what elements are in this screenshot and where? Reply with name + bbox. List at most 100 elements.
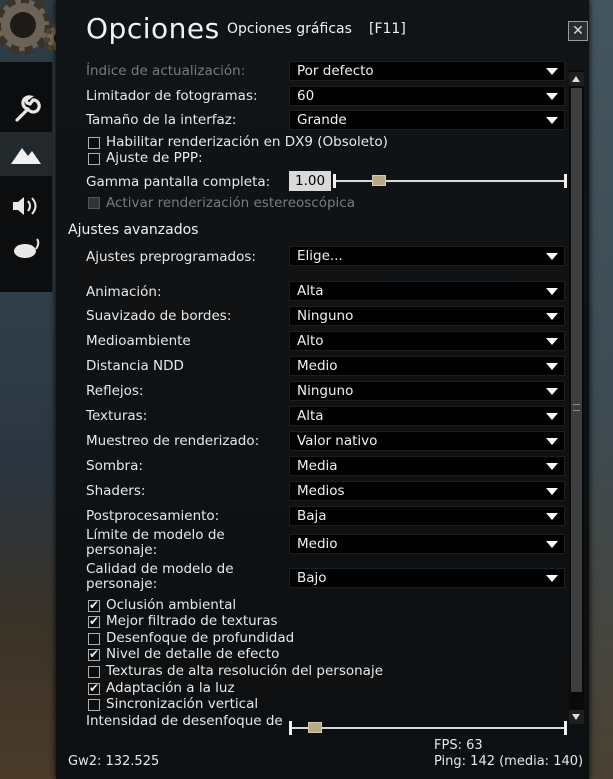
- chevron-down-icon: [546, 463, 558, 470]
- postprocessing-value: Baja: [297, 508, 327, 524]
- gamma-slider-end: [564, 174, 567, 188]
- scroll-up-button[interactable]: [569, 72, 584, 86]
- char-quality-select[interactable]: Bajo: [289, 568, 565, 588]
- antialias-select[interactable]: Ninguno: [289, 306, 565, 326]
- checkbox-label: Desenfoque de profundidad: [106, 630, 295, 646]
- chevron-down-icon: [546, 575, 558, 582]
- environment-select[interactable]: Alto: [289, 331, 565, 351]
- reflections-label: Reflejos:: [86, 383, 144, 399]
- fps-counter: FPS: 63: [434, 738, 483, 753]
- interface-size-select[interactable]: Grande: [289, 110, 565, 130]
- char-limit-label: Límite de modelo de personaje:: [86, 527, 225, 558]
- environment-label: Medioambiente: [86, 333, 191, 349]
- refresh-rate-value: Por defecto: [297, 63, 374, 79]
- dpi-label: Ajuste de PPP:: [106, 150, 203, 166]
- hires-textures-checkbox[interactable]: [88, 666, 100, 678]
- chevron-down-icon: [546, 288, 558, 295]
- blur-slider-handle[interactable]: [308, 722, 322, 733]
- lod-select[interactable]: Medio: [289, 356, 565, 376]
- depth-blur-checkbox[interactable]: [88, 633, 100, 645]
- light-adaptation-checkbox[interactable]: [88, 681, 100, 695]
- textures-select[interactable]: Alta: [289, 406, 565, 426]
- sampling-label: Muestreo de renderizado:: [86, 433, 260, 449]
- chevron-down-icon: [546, 363, 558, 370]
- antialias-value: Ninguno: [297, 308, 354, 324]
- shaders-select[interactable]: Medios: [289, 481, 565, 501]
- frame-limiter-value: 60: [297, 88, 315, 104]
- ambient-occlusion-checkbox[interactable]: [88, 598, 100, 612]
- char-quality-value: Bajo: [297, 570, 327, 586]
- checkbox-label: Adaptación a la luz: [106, 680, 235, 696]
- chevron-down-icon: [546, 488, 558, 495]
- chevron-down-icon: [546, 388, 558, 395]
- textures-value: Alta: [297, 408, 324, 424]
- checkbox-label: Nivel de detalle de efecto: [106, 646, 280, 662]
- dpi-checkbox[interactable]: [88, 153, 100, 165]
- animation-label: Animación:: [86, 284, 162, 300]
- refresh-rate-select[interactable]: Por defecto: [289, 61, 565, 81]
- char-quality-label: Calidad de modelo de personaje:: [86, 561, 234, 592]
- dx9-label: Habilitar renderización en DX9 (Obsoleto…: [106, 134, 388, 150]
- chevron-down-icon: [546, 253, 558, 260]
- gamma-slider-track[interactable]: [336, 180, 565, 182]
- chevron-down-icon: [546, 438, 558, 445]
- reflections-select[interactable]: Ninguno: [289, 381, 565, 401]
- advanced-heading: Ajustes avanzados: [68, 222, 199, 238]
- chevron-down-icon: [546, 68, 558, 75]
- lod-value: Medio: [297, 358, 338, 374]
- refresh-rate-label: Índice de actualización:: [86, 63, 246, 79]
- shadows-select[interactable]: Media: [289, 456, 565, 476]
- frame-limiter-select[interactable]: 60: [289, 86, 565, 106]
- chevron-down-icon: [546, 93, 558, 100]
- preset-select[interactable]: Elige...: [289, 246, 565, 266]
- scrollbar-thumb[interactable]: [571, 88, 582, 692]
- chevron-down-icon: [546, 117, 558, 124]
- vsync-checkbox[interactable]: [88, 699, 100, 711]
- chevron-down-icon: [546, 541, 558, 548]
- interface-size-value: Grande: [297, 112, 347, 128]
- checkbox-label: Mejor filtrado de texturas: [106, 613, 278, 629]
- checkbox-label: Texturas de alta resolución del personaj…: [106, 663, 384, 679]
- build-number: Gw2: 132.525: [68, 754, 160, 769]
- postprocessing-select[interactable]: Baja: [289, 506, 565, 526]
- ping-readout: Ping: 142 (media: 140): [434, 754, 584, 769]
- blur-intensity-label: Intensidad de desenfoque de: [86, 713, 283, 729]
- dx9-checkbox[interactable]: [88, 137, 100, 149]
- gamma-label: Gamma pantalla completa:: [86, 174, 271, 190]
- stereo-label: Activar renderización estereoscópica: [106, 195, 355, 211]
- stereo-checkbox: [88, 197, 100, 209]
- checkbox-label: Oclusión ambiental: [106, 597, 237, 613]
- shaders-label: Shaders:: [86, 483, 146, 499]
- sampling-value: Valor nativo: [297, 433, 378, 449]
- scroll-down-button[interactable]: [569, 710, 584, 724]
- chevron-down-icon: [546, 413, 558, 420]
- shaders-value: Medios: [297, 483, 345, 499]
- char-limit-select[interactable]: Medio: [289, 534, 565, 554]
- lod-label: Distancia NDD: [86, 358, 184, 374]
- texture-filtering-checkbox[interactable]: [88, 614, 100, 628]
- checkbox-label: Sincronización vertical: [106, 696, 259, 712]
- blur-slider-track[interactable]: [292, 727, 565, 729]
- preset-label: Ajustes preprogramados:: [86, 249, 256, 265]
- effect-lod-checkbox[interactable]: [88, 647, 100, 661]
- interface-size-label: Tamaño de la interfaz:: [86, 112, 237, 128]
- preset-value: Elige...: [297, 248, 343, 264]
- shadows-label: Sombra:: [86, 458, 143, 474]
- scrollbar-grip-icon: [573, 404, 580, 411]
- reflections-value: Ninguno: [297, 383, 354, 399]
- animation-value: Alta: [297, 283, 324, 299]
- gamma-slider-handle[interactable]: [372, 175, 386, 186]
- chevron-down-icon: [546, 313, 558, 320]
- frame-limiter-label: Limitador de fotogramas:: [86, 88, 258, 104]
- environment-value: Alto: [297, 333, 324, 349]
- textures-label: Texturas:: [86, 408, 148, 424]
- chevron-down-icon: [546, 338, 558, 345]
- char-limit-value: Medio: [297, 536, 338, 552]
- chevron-down-icon: [546, 513, 558, 520]
- animation-select[interactable]: Alta: [289, 281, 565, 301]
- shadows-value: Media: [297, 458, 338, 474]
- postprocessing-label: Postprocesamiento:: [86, 508, 220, 524]
- sampling-select[interactable]: Valor nativo: [289, 431, 565, 451]
- blur-slider-end: [564, 721, 567, 735]
- gamma-value[interactable]: 1.00: [289, 171, 331, 191]
